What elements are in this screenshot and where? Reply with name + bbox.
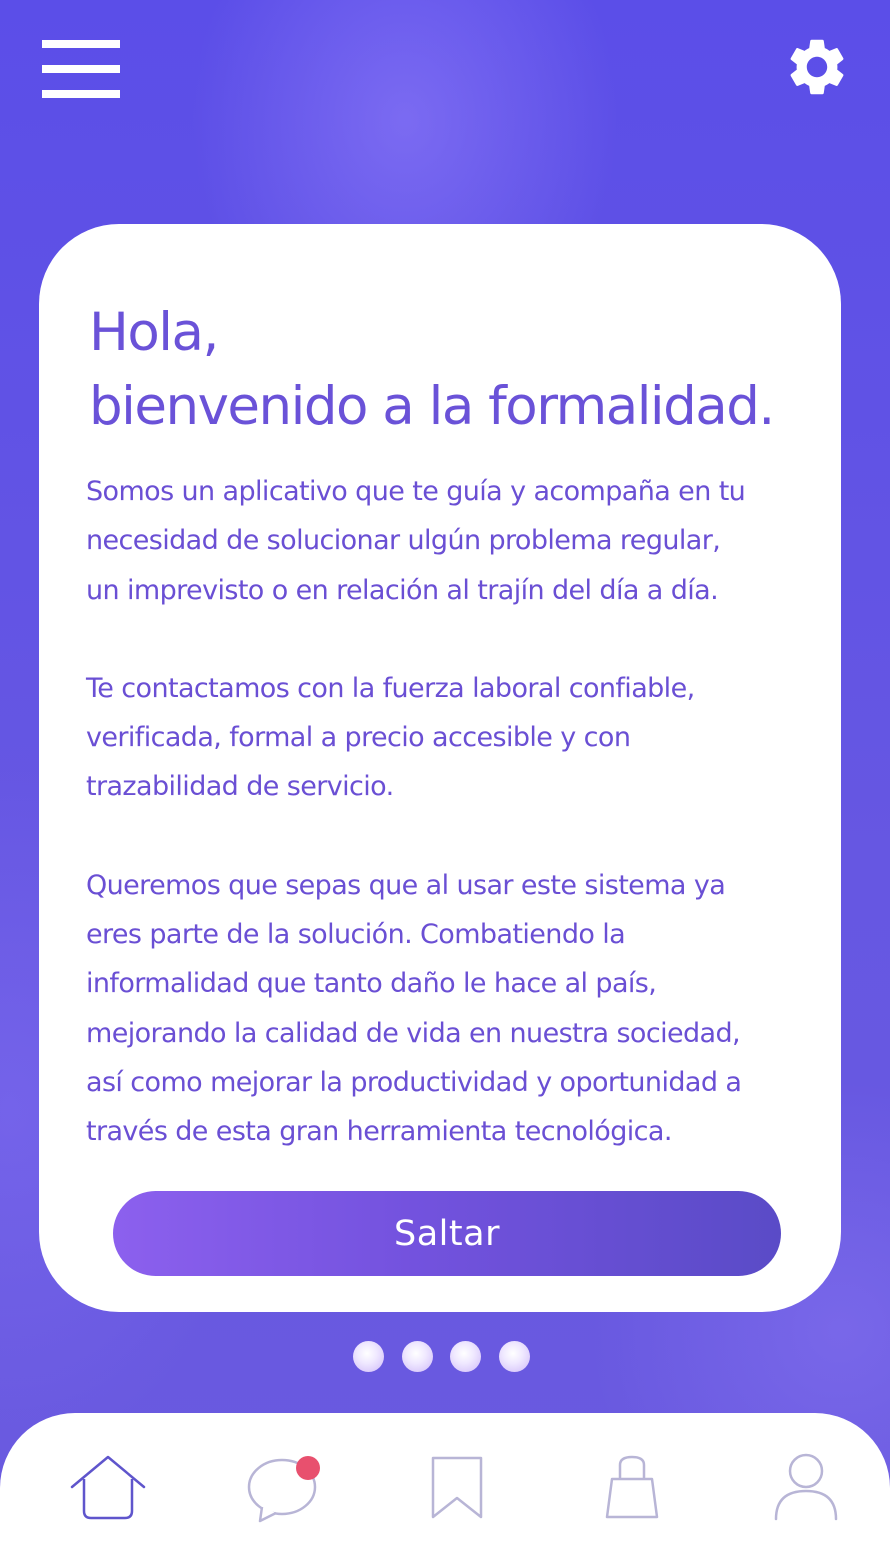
- gear-icon-graphic: [790, 39, 844, 95]
- nav-chat[interactable]: [246, 1451, 326, 1531]
- user-icon: [774, 1453, 838, 1521]
- nav-bookmark[interactable]: [418, 1451, 498, 1531]
- description-paragraph: Te contactamos con la fuerza laboral con…: [86, 672, 695, 803]
- notification-badge: [296, 1456, 320, 1480]
- pagination-dots: [353, 1341, 533, 1373]
- skip-button[interactable]: Saltar: [113, 1191, 781, 1276]
- welcome-title: Hola, bienvenido a la formalidad.: [89, 296, 775, 444]
- menu-bar: [42, 65, 120, 73]
- welcome-title-line2: bienvenido a la formalidad.: [89, 376, 775, 437]
- nav-profile[interactable]: [766, 1451, 846, 1531]
- welcome-title-line1: Hola,: [89, 302, 219, 363]
- pagination-dot[interactable]: [499, 1341, 530, 1372]
- menu-bar: [42, 40, 120, 48]
- description-paragraph: Somos un aplicativo que te guía y acompa…: [86, 476, 746, 606]
- nav-home[interactable]: [68, 1451, 148, 1531]
- nav-bag[interactable]: [592, 1451, 672, 1531]
- shopping-bag-icon: [605, 1455, 659, 1519]
- home-icon: [70, 1455, 146, 1520]
- chat-icon: [247, 1456, 320, 1523]
- gear-icon[interactable]: [783, 33, 851, 101]
- welcome-description: Somos un aplicativo que te guía y acompa…: [86, 467, 806, 1206]
- pagination-dot[interactable]: [402, 1341, 433, 1372]
- menu-bar: [42, 90, 120, 98]
- bookmark-icon: [431, 1456, 483, 1519]
- bottom-navigation: [0, 1413, 890, 1564]
- pagination-dot[interactable]: [450, 1341, 481, 1372]
- welcome-card: Hola, bienvenido a la formalidad. Somos …: [39, 224, 841, 1312]
- pagination-dot[interactable]: [353, 1341, 384, 1372]
- description-paragraph: Queremos que sepas que al usar este sist…: [86, 869, 742, 1148]
- hamburger-menu-icon[interactable]: [42, 40, 120, 102]
